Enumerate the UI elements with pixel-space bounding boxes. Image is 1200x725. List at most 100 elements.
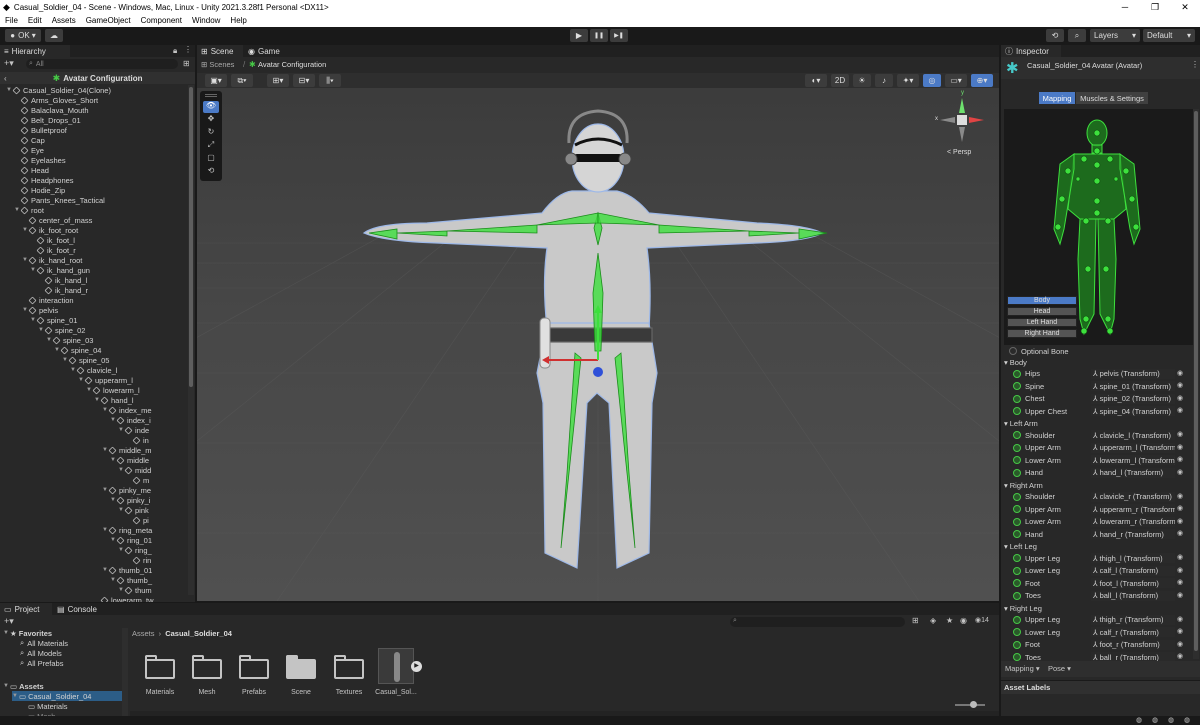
hierarchy-row[interactable]: ik_hand_r [38, 285, 88, 295]
hierarchy-row[interactable]: ▼ thum [118, 585, 152, 595]
menu-component[interactable]: Component [141, 16, 182, 25]
camera-button[interactable]: ▭▾ [945, 74, 967, 87]
expand-arrow-icon[interactable]: ▼ [118, 427, 124, 433]
search-by-type-icon[interactable]: ⊞ [912, 616, 919, 625]
expand-arrow-icon[interactable]: ▼ [30, 267, 36, 273]
object-picker-icon[interactable]: ◉ [1177, 430, 1183, 438]
menu-edit[interactable]: Edit [28, 16, 42, 25]
orientation-gizmo[interactable]: y x [935, 90, 987, 145]
status-icon-3[interactable]: ◍ [1168, 716, 1174, 724]
menu-gameobject[interactable]: GameObject [86, 16, 131, 25]
folder-icon[interactable] [334, 655, 364, 679]
history-icon[interactable]: ⟲ [1046, 29, 1064, 42]
bone-group-header[interactable]: ▾ Right Leg [1004, 602, 1042, 614]
shading-button[interactable]: ◐▾ [805, 74, 827, 87]
bone-group-header[interactable]: ▾ Left Arm [1004, 418, 1038, 430]
object-picker-icon[interactable]: ◉ [1177, 640, 1183, 648]
fav-all-materials[interactable]: ⌕ All Materials [20, 638, 68, 648]
object-picker-icon[interactable]: ◉ [1177, 394, 1183, 402]
expand-arrow-icon[interactable]: ▼ [22, 307, 28, 313]
expand-arrow-icon[interactable]: ▼ [118, 467, 124, 473]
hierarchy-row[interactable]: ▼ inde [118, 425, 149, 435]
expand-arrow-icon[interactable]: ▼ [118, 547, 124, 553]
object-picker-icon[interactable]: ◉ [1177, 652, 1183, 660]
hierarchy-row[interactable]: ▼ ring_meta [102, 525, 152, 535]
asset-labels-header[interactable]: Asset Labels [1001, 680, 1200, 694]
breadcrumb-scenes[interactable]: ⊞ Scenes [201, 60, 234, 69]
object-picker-icon[interactable]: ◉ [1177, 627, 1183, 635]
object-picker-icon[interactable]: ◉ [1177, 566, 1183, 574]
fav-all-models[interactable]: ⌕ All Models [20, 648, 62, 658]
object-picker-icon[interactable]: ◉ [1177, 492, 1183, 500]
project-tree-scrollbar[interactable] [122, 628, 128, 718]
bone-transform-field[interactable]: ⅄ hand_l (Transform) [1091, 467, 1175, 478]
expand-arrow-icon[interactable]: ▼ [6, 87, 12, 93]
bone-group-header[interactable]: ▾ Body [1004, 356, 1027, 368]
character-model[interactable] [362, 190, 824, 569]
layout-dropdown[interactable]: Default ▾ [1143, 29, 1195, 42]
foldout-arrow-icon[interactable]: ▾ [1004, 542, 1008, 551]
hierarchy-scrollbar[interactable] [188, 85, 194, 595]
expand-arrow-icon[interactable]: ▼ [22, 227, 28, 233]
hierarchy-row[interactable]: lowerarm_tw [94, 595, 154, 602]
tab-scene[interactable]: ⊞ Scene [197, 45, 243, 57]
cloud-icon[interactable]: ☁ [45, 29, 63, 42]
hierarchy-row[interactable]: Arms_Gloves_Short [14, 95, 98, 105]
hierarchy-row[interactable]: Belt_Drops_01 [14, 115, 81, 125]
hierarchy-row[interactable]: Bulletproof [14, 125, 67, 135]
back-icon[interactable]: ‹ [4, 74, 7, 83]
bone-group-header[interactable]: ▾ Left Leg [1004, 541, 1037, 553]
hierarchy-row[interactable]: ▼ hand_l [94, 395, 134, 405]
tab-project[interactable]: ▭ Project [0, 603, 52, 615]
hierarchy-row[interactable]: ▼ spine_02 [38, 325, 85, 335]
rect-tool-icon[interactable]: ▢ [203, 153, 219, 165]
foldout-arrow-icon[interactable]: ▾ [1004, 358, 1008, 367]
expand-arrow-icon[interactable]: ▼ [110, 537, 116, 543]
breadcrumb-folder[interactable]: Casual_Soldier_04 [165, 629, 232, 638]
hierarchy-row[interactable]: ▼ spine_03 [46, 335, 93, 345]
scale-tool-icon[interactable]: ⤢ [203, 140, 219, 152]
bone-transform-field[interactable]: ⅄ spine_01 (Transform) [1091, 381, 1175, 391]
foldout-arrow-icon[interactable]: ▾ [1004, 604, 1008, 613]
hierarchy-row[interactable]: ik_foot_l [30, 235, 75, 245]
bone-transform-field[interactable]: ⅄ calf_r (Transform) [1091, 627, 1175, 637]
hidden-objects-icon[interactable]: ◎ [923, 74, 941, 87]
expand-arrow-icon[interactable]: ▼ [22, 257, 28, 263]
menu-file[interactable]: File [5, 16, 18, 25]
hierarchy-row[interactable]: Headphones [14, 175, 74, 185]
expand-arrow-icon[interactable]: ▼ [62, 357, 68, 363]
object-picker-icon[interactable]: ◉ [1177, 369, 1183, 377]
expand-arrow-icon[interactable]: ▼ [78, 377, 84, 383]
expand-arrow-icon[interactable]: ▼ [86, 387, 92, 393]
folder-materials[interactable]: ▭ Materials [28, 701, 68, 711]
minimize-button[interactable]: ─ [1110, 0, 1140, 14]
foldout-arrow-icon[interactable]: ▾ [1004, 481, 1008, 490]
object-picker-icon[interactable]: ◉ [1177, 406, 1183, 414]
hierarchy-row[interactable]: center_of_mass [22, 215, 92, 225]
expand-arrow-icon[interactable]: ▼ [110, 457, 116, 463]
hierarchy-row[interactable]: ▼ spine_01 [30, 315, 77, 325]
breadcrumb-assets[interactable]: Assets [132, 629, 155, 638]
object-picker-icon[interactable]: ◉ [1177, 468, 1183, 476]
expand-arrow-icon[interactable]: ▼ [102, 567, 108, 573]
foldout-arrow-icon[interactable]: ▾ [1004, 419, 1008, 428]
hierarchy-row[interactable]: ▼ ik_hand_gun [30, 265, 90, 275]
draw-mode-button[interactable]: ▣▾ [205, 74, 227, 87]
hierarchy-row[interactable]: ▼ pink [118, 505, 149, 515]
hierarchy-row[interactable]: ik_hand_l [38, 275, 87, 285]
hierarchy-row[interactable]: Pants_Knees_Tactical [14, 195, 105, 205]
hierarchy-row[interactable]: ▼ ring_ [118, 545, 152, 555]
expand-arrow-icon[interactable]: ▼ [118, 587, 124, 593]
grid-snap-button[interactable]: ⊞▾ [267, 74, 289, 87]
hierarchy-row[interactable]: ▼ middle_m [102, 445, 152, 455]
scene-viewport[interactable]: 👁︎ ✥ ↻ ⤢ ▢ ⟲ y x < Persp [197, 73, 999, 601]
tab-hierarchy[interactable]: ≡ Hierarchy [0, 45, 70, 57]
hierarchy-row[interactable]: Eye [14, 145, 44, 155]
filter-icon[interactable]: ⊞ [183, 59, 190, 68]
status-icon-1[interactable]: ◍ [1136, 716, 1142, 724]
tab-muscles-settings[interactable]: Muscles & Settings [1076, 92, 1148, 104]
lighting-toggle-icon[interactable]: ☀ [853, 74, 871, 87]
object-picker-icon[interactable]: ◉ [1177, 443, 1183, 451]
hierarchy-row[interactable]: ▼ index_i [110, 415, 151, 425]
step-button[interactable]: ▶❚ [610, 29, 628, 42]
